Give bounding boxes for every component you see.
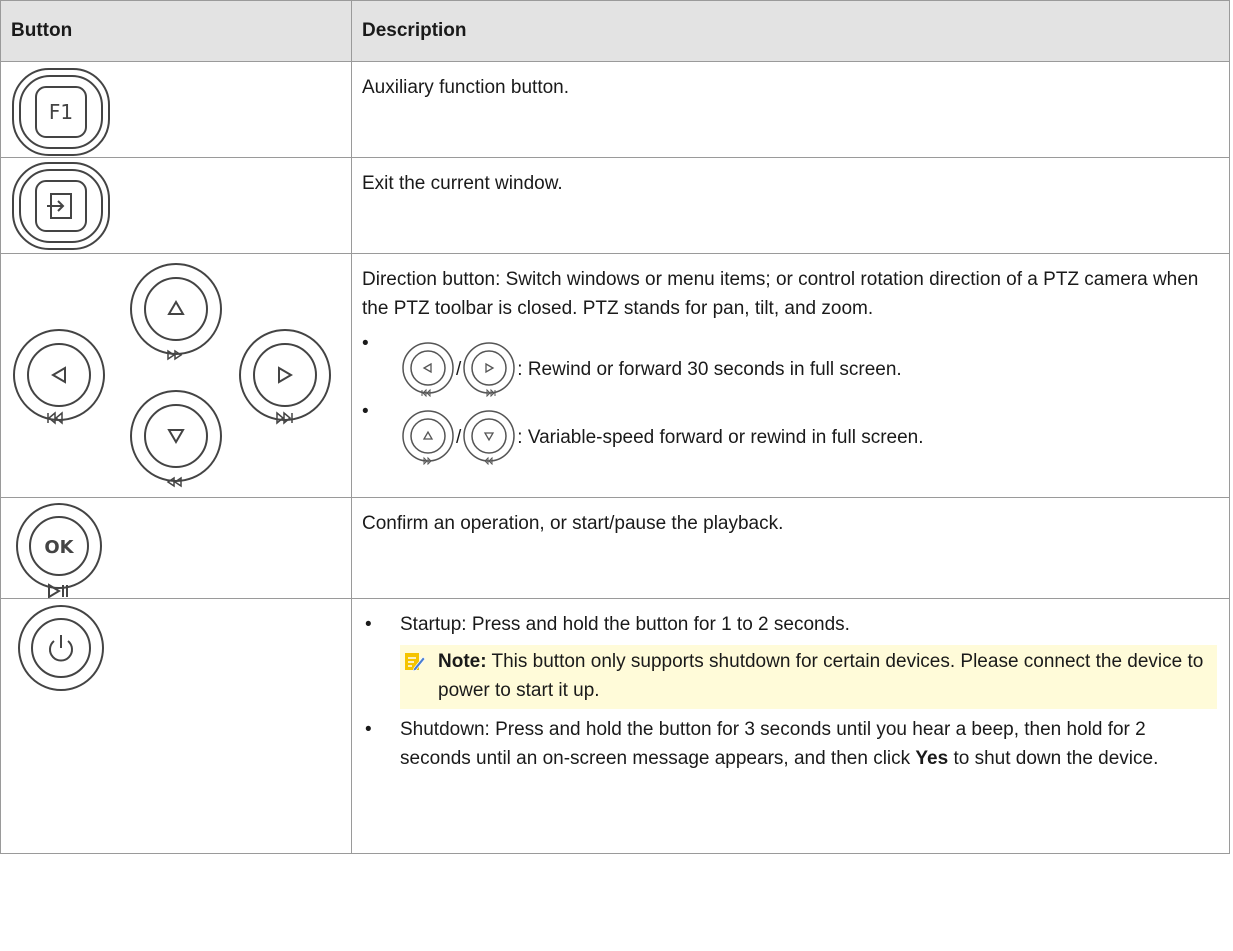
startup-text: Startup: Press and hold the button for 1…	[400, 614, 850, 635]
shutdown-text-post: to shut down the device.	[948, 748, 1159, 769]
direction-keys-icon	[13, 263, 331, 488]
note-text: This button only supports shutdown for c…	[438, 651, 1204, 701]
cell-power-image	[0, 598, 352, 854]
bullet-mark: •	[365, 614, 372, 635]
bullet-mark: •	[362, 401, 369, 422]
shutdown-text-bold: Yes	[915, 748, 949, 769]
right-arrow-key-small-icon	[463, 342, 516, 397]
direction-bullet-2: • /: Variable-speed forward or rewind i…	[362, 397, 1217, 465]
up-arrow-key-small-icon	[402, 410, 454, 465]
exit-description: Exit the current window.	[362, 173, 563, 194]
cell-power-desc: • Startup: Press and hold the button for…	[351, 598, 1230, 854]
table-row-exit: Exit the current window.	[0, 157, 1230, 254]
button-table: Button Description F1 Auxiliary function…	[0, 0, 1230, 854]
right-arrow-key-icon	[239, 329, 331, 425]
direction-bullet-2-text: : Variable-speed forward or rewind in fu…	[517, 426, 924, 448]
direction-bullet-1: • /: Rewind or forward 30 seconds in fu…	[362, 329, 1217, 397]
bullet-mark: •	[362, 333, 369, 354]
left-arrow-key-small-icon	[402, 342, 454, 397]
direction-bullet-1-text: : Rewind or forward 30 seconds in full s…	[517, 358, 902, 380]
cell-direction-desc: Direction button: Switch windows or menu…	[351, 253, 1230, 498]
cell-ok-image: OK	[0, 497, 352, 599]
ok-key-label: OK	[44, 537, 74, 558]
power-bullet-startup: • Startup: Press and hold the button for…	[362, 610, 1217, 639]
table-header-row: Button Description	[0, 0, 1230, 62]
f1-description: Auxiliary function button.	[362, 77, 570, 98]
cell-f1-desc: Auxiliary function button.	[351, 61, 1230, 158]
left-arrow-key-icon	[13, 329, 105, 425]
bullet-mark: •	[365, 719, 372, 740]
ok-play-pause-key-icon: OK	[16, 503, 102, 598]
f1-key-label: F1	[49, 100, 73, 124]
cell-f1-image: F1	[0, 61, 352, 158]
table-row-ok: OK Confirm an operation, or start/pause …	[0, 497, 1230, 599]
header-button: Button	[0, 0, 352, 62]
ok-description: Confirm an operation, or start/pause the…	[362, 513, 784, 534]
note-icon	[404, 651, 426, 673]
down-arrow-key-icon	[130, 390, 222, 488]
table-row-power: • Startup: Press and hold the button for…	[0, 598, 1230, 854]
f1-key-icon: F1	[12, 68, 110, 156]
table-row-f1: F1 Auxiliary function button.	[0, 61, 1230, 158]
cell-ok-desc: Confirm an operation, or start/pause the…	[351, 497, 1230, 599]
note-box: Note: This button only supports shutdown…	[400, 645, 1217, 709]
header-description: Description	[351, 0, 1230, 62]
note-label: Note:	[438, 651, 487, 672]
power-bullet-shutdown: • Shutdown: Press and hold the button fo…	[362, 715, 1217, 773]
cell-exit-image	[0, 157, 352, 254]
down-arrow-key-small-icon	[463, 410, 516, 465]
power-key-icon	[18, 605, 104, 691]
cell-direction-image	[0, 253, 352, 498]
cell-exit-desc: Exit the current window.	[351, 157, 1230, 254]
up-arrow-key-icon	[130, 263, 222, 361]
table-row-direction: Direction button: Switch windows or menu…	[0, 253, 1230, 498]
exit-key-icon	[12, 162, 110, 250]
direction-description: Direction button: Switch windows or menu…	[362, 269, 1199, 319]
